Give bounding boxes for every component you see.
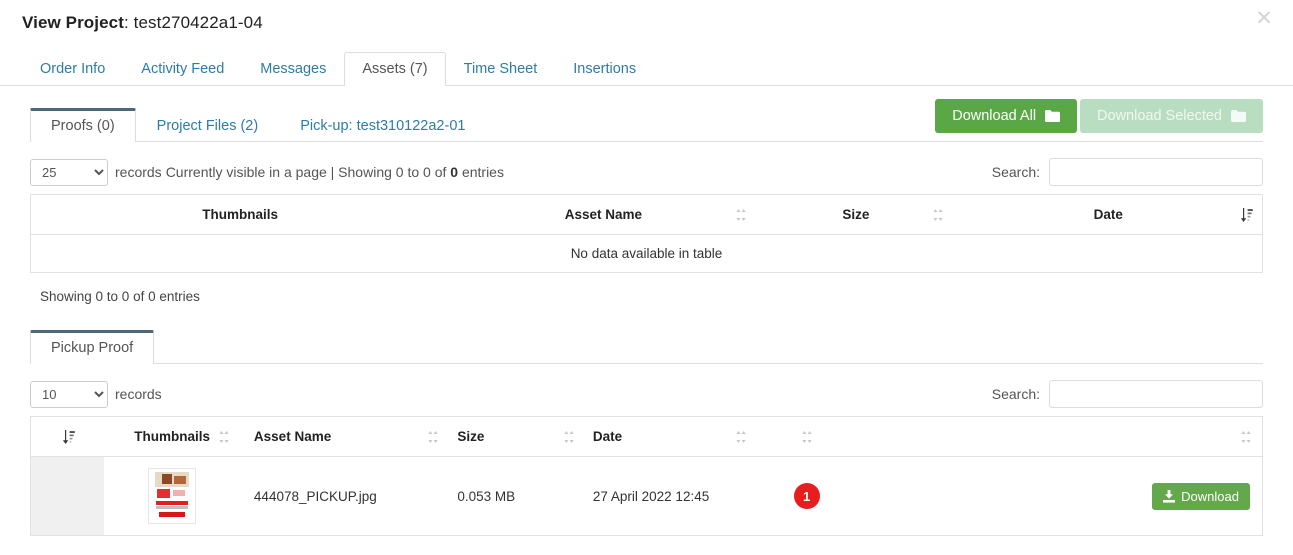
pickup-proof-section: Pickup Proof 10 25 50 100 records Search… [30,326,1263,536]
download-all-label: Download All [952,107,1037,124]
proofs-info-count: 0 [450,164,459,180]
pickup-search-label: Search: [991,386,1040,402]
proofs-col-size-label: Size [842,207,870,222]
folder-icon [1231,109,1246,122]
assets-panel: Proofs (0) Project Files (2) Pick-up: te… [0,98,1293,536]
pickup-table-controls: 10 25 50 100 records Search: [30,372,1263,416]
proofs-col-size[interactable]: Size [757,194,955,235]
tab-order-info[interactable]: Order Info [22,52,123,87]
pickup-row-thumbnail-cell [104,456,240,536]
proofs-col-asset-name-label: Asset Name [564,207,643,222]
sort-both-icon[interactable] [218,430,230,444]
pickup-col-date[interactable]: Date [584,416,758,457]
proofs-records-label: records [115,164,162,180]
proofs-table-controls: 10 25 50 100 records Currently visible i… [30,150,1263,194]
proofs-info-prefix: Currently visible in a page | Showing 0 … [165,164,451,180]
pickup-col-thumbnails[interactable]: Thumbnails [104,416,240,457]
table-row[interactable]: 444078_PICKUP.jpg 0.053 MB 27 April 2022… [30,456,1263,536]
proofs-col-date[interactable]: Date [954,194,1263,235]
proofs-search-label: Search: [991,164,1040,180]
pickup-table-header-row: Thumbnails Asset Name Size Date [30,416,1263,457]
download-icon [1163,489,1176,503]
download-all-button[interactable]: Download All [935,98,1078,133]
pickup-row-select-cell[interactable] [30,456,105,536]
proofs-col-thumbnails[interactable]: Thumbnails [30,194,450,235]
tab-assets[interactable]: Assets (7) [344,51,446,86]
asset-actions: Download All Download Selected [935,98,1263,133]
page-title-label: View Project [22,13,124,32]
subtab-pickup-proof[interactable]: Pickup Proof [30,329,155,364]
proofs-search-input[interactable] [1049,158,1263,186]
proofs-col-asset-name[interactable]: Asset Name [449,194,758,235]
page-title-separator: : [124,13,134,32]
proofs-info-suffix: entries [458,164,504,180]
tab-activity-feed[interactable]: Activity Feed [123,52,242,87]
pickup-col-actions[interactable] [855,416,1263,457]
tab-messages[interactable]: Messages [242,52,344,87]
primary-nav-tabs: Order Info Activity Feed Messages Assets… [0,46,1293,86]
proofs-search-group: Search: [992,158,1263,186]
sort-both-icon[interactable] [1240,430,1252,444]
subtab-project-files[interactable]: Project Files (2) [136,108,280,143]
sort-both-icon[interactable] [932,208,944,222]
pickup-col-asset-name-label: Asset Name [253,429,332,444]
proofs-footer-info: Showing 0 to 0 of 0 entries [40,289,200,304]
pickup-table: Thumbnails Asset Name Size Date 444078_P… [30,416,1263,536]
download-selected-label: Download Selected [1097,107,1222,124]
asset-thumbnail[interactable] [148,468,197,524]
pickup-row-actions-cell: Download [855,456,1263,536]
tab-time-sheet[interactable]: Time Sheet [446,52,556,87]
sort-both-icon[interactable] [563,430,575,444]
sort-amount-desc-icon[interactable] [62,429,75,444]
sort-both-icon[interactable] [735,430,747,444]
pickup-row-size: 0.053 MB [449,456,585,536]
sort-amount-desc-icon[interactable] [1240,207,1253,222]
pickup-length-select[interactable]: 10 25 50 100 [30,380,108,408]
modal-header: View Project: test270422a1-04 ✕ [0,0,1293,46]
status-badge: 1 [793,483,820,509]
proofs-col-date-label: Date [1093,207,1123,222]
pickup-col-thumbnails-label: Thumbnails [134,429,211,444]
pickup-col-badge[interactable] [757,416,856,457]
proofs-length-select[interactable]: 10 25 50 100 [30,158,108,186]
proofs-table-header-row: Thumbnails Asset Name Size Date [30,194,1263,235]
proofs-empty-row: No data available in table [30,234,1263,273]
download-button-label: Download [1181,488,1239,504]
download-button[interactable]: Download [1152,482,1250,510]
pickup-col-asset-name[interactable]: Asset Name [239,416,450,457]
subtab-pickup[interactable]: Pick-up: test310122a2-01 [279,108,486,143]
pickup-records-label: records [115,386,162,402]
download-selected-button[interactable]: Download Selected [1080,98,1263,133]
pickup-search-group: Search: [992,380,1263,408]
pickup-col-select[interactable] [30,416,105,457]
pickup-row-asset-name: 444078_PICKUP.jpg [239,456,450,536]
sort-both-icon[interactable] [427,430,439,444]
pickup-row-date: 27 April 2022 12:45 [584,456,758,536]
proofs-col-thumbnails-label: Thumbnails [202,207,279,222]
pickup-col-size[interactable]: Size [449,416,585,457]
pickup-row-badge-cell: 1 [757,456,856,536]
proofs-empty-message: No data available in table [30,234,1263,273]
project-name: test270422a1-04 [133,13,263,32]
sort-both-icon[interactable] [801,430,813,444]
tab-insertions[interactable]: Insertions [555,52,654,87]
page-title: View Project: test270422a1-04 [22,13,263,33]
close-icon[interactable]: ✕ [1251,6,1277,32]
pickup-col-date-label: Date [592,429,623,444]
proofs-table: Thumbnails Asset Name Size Date No data … [30,194,1263,273]
assets-subtabs: Proofs (0) Project Files (2) Pick-up: te… [30,98,1263,143]
subtab-proofs[interactable]: Proofs (0) [30,107,136,142]
pickup-subtabs: Pickup Proof [30,326,1263,364]
pickup-col-size-label: Size [457,429,485,444]
pickup-search-input[interactable] [1049,380,1263,408]
sort-both-icon[interactable] [735,208,747,222]
folder-icon [1045,109,1061,122]
